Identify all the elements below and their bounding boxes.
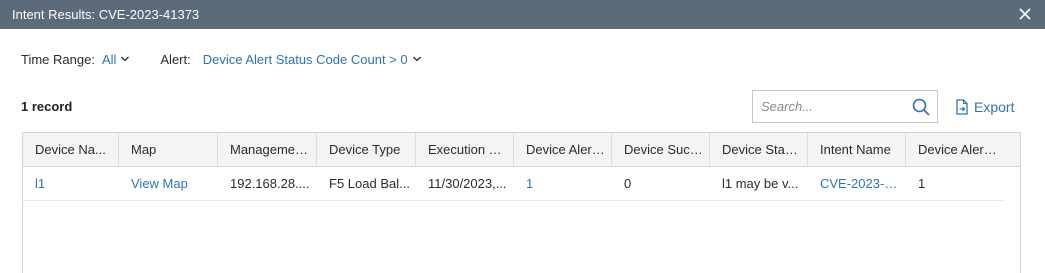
execution-time-cell: 11/30/2023,... xyxy=(428,176,507,191)
export-button[interactable]: Export xyxy=(955,97,1014,117)
intent-name-link[interactable]: CVE-2023-4... xyxy=(808,167,906,201)
column-header-map[interactable]: Map xyxy=(119,133,218,166)
table-scrollbar[interactable] xyxy=(1004,167,1020,273)
time-range-label: Time Range: xyxy=(21,51,95,67)
time-range-value: All xyxy=(101,51,117,67)
column-header-device-success[interactable]: Device Succ... xyxy=(612,133,710,166)
device-type-cell: F5 Load Bal... xyxy=(329,176,410,191)
column-header-device-alert-code[interactable]: Device Alert ... xyxy=(906,133,1004,166)
results-table: Device Na... Map Managemen... Device Typ… xyxy=(22,132,1021,273)
column-header-device-alert-count[interactable]: Device Alert ... xyxy=(514,133,612,166)
column-header-device-type[interactable]: Device Type xyxy=(317,133,416,166)
alert-value: Device Alert Status Code Count > 0 xyxy=(202,51,408,67)
device-name-link[interactable]: l1 xyxy=(23,167,119,201)
filter-bar: Time Range: All Alert: Device Alert Stat… xyxy=(21,50,422,68)
device-alert-code-cell: 1 xyxy=(918,176,926,191)
export-icon xyxy=(956,99,968,115)
management-ip-cell: 192.168.28.... xyxy=(230,176,310,191)
search-icon[interactable] xyxy=(911,97,931,117)
dialog-titlebar: Intent Results: CVE-2023-41373 xyxy=(0,0,1045,29)
device-alert-count-link[interactable]: 1 xyxy=(514,167,612,201)
alert-dropdown[interactable]: Device Alert Status Code Count > 0 xyxy=(203,52,422,67)
device-status-cell: l1 may be v... xyxy=(722,176,799,191)
column-header-management-ip[interactable]: Managemen... xyxy=(218,133,317,166)
chevron-down-icon xyxy=(412,56,421,62)
column-header-intent-name[interactable]: Intent Name xyxy=(808,133,906,166)
time-range-dropdown[interactable]: All xyxy=(102,52,130,67)
record-count: 1 record xyxy=(21,99,73,114)
table-row[interactable]: l1 View Map 192.168.28.... F5 Load Bal..… xyxy=(23,167,1004,201)
chevron-down-icon xyxy=(121,56,130,62)
export-label: Export xyxy=(974,99,1015,115)
column-header-device-name[interactable]: Device Na... xyxy=(23,133,119,166)
column-header-device-status[interactable]: Device Statu... xyxy=(710,133,808,166)
view-map-link[interactable]: View Map xyxy=(119,167,218,201)
search-box xyxy=(752,90,938,123)
close-icon[interactable] xyxy=(1017,6,1033,22)
alert-label: Alert: xyxy=(160,51,191,67)
column-header-execution-time[interactable]: Execution Ti... xyxy=(416,133,514,166)
search-input[interactable] xyxy=(753,91,903,122)
device-success-cell: 0 xyxy=(624,176,632,191)
dialog-title: Intent Results: CVE-2023-41373 xyxy=(12,7,200,22)
table-header: Device Na... Map Managemen... Device Typ… xyxy=(23,133,1020,167)
